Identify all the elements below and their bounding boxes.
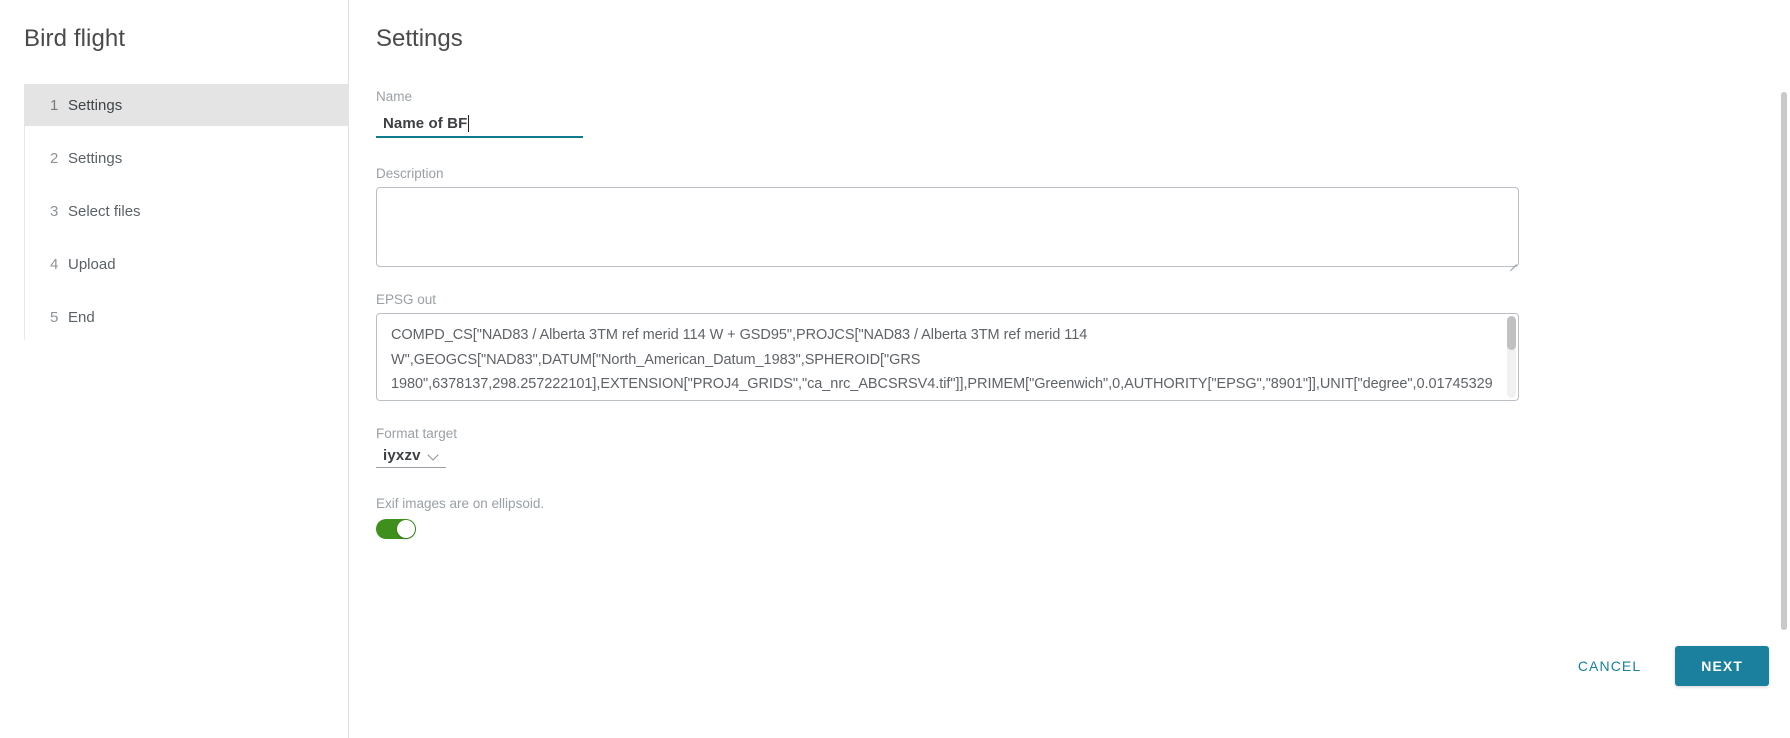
- sidebar-step-2-settings[interactable]: 2 Settings: [24, 137, 349, 179]
- name-input-value: Name of BF: [383, 114, 468, 132]
- name-field-label: Name: [376, 89, 413, 104]
- step-number: 3: [50, 202, 59, 220]
- exif-ellipsoid-label: Exif images are on ellipsoid.: [376, 496, 545, 511]
- wizard-page: Bird flight 1 Settings 2 Settings 3 Sele…: [0, 0, 1790, 738]
- chevron-down-icon: [429, 450, 440, 461]
- epsg-scrollbar-thumb[interactable]: [1507, 316, 1516, 350]
- epsg-out-input[interactable]: COMPD_CS["NAD83 / Alberta 3TM ref merid …: [376, 313, 1519, 401]
- format-target-label: Format target: [376, 426, 458, 441]
- wizard-title: Bird flight: [24, 25, 126, 52]
- next-button[interactable]: NEXT: [1675, 646, 1769, 686]
- sidebar-step-3-select-files[interactable]: 3 Select files: [24, 190, 349, 232]
- toggle-knob: [397, 520, 415, 538]
- epsg-scrollbar[interactable]: [1507, 316, 1516, 398]
- epsg-out-field-group: EPSG out COMPD_CS["NAD83 / Alberta 3TM r…: [376, 291, 1769, 401]
- page-scrollbar[interactable]: [1781, 92, 1787, 630]
- exif-ellipsoid-toggle[interactable]: [376, 519, 416, 539]
- epsg-out-field-label: EPSG out: [376, 292, 437, 307]
- format-target-field-group: Format target iyxzv: [376, 425, 1769, 468]
- text-caret: [468, 114, 470, 132]
- format-target-select[interactable]: iyxzv: [376, 447, 446, 468]
- wizard-footer-actions: CANCEL NEXT: [1570, 646, 1769, 686]
- name-input[interactable]: Name of BF: [376, 110, 583, 138]
- step-number: 1: [50, 96, 59, 114]
- step-label: Select files: [68, 202, 141, 220]
- step-number: 4: [50, 255, 59, 273]
- description-field-group: Description: [376, 165, 1769, 272]
- step-label: End: [68, 308, 95, 326]
- sidebar-step-4-upload[interactable]: 4 Upload: [24, 243, 349, 285]
- description-input[interactable]: [376, 187, 1519, 267]
- settings-panel: Settings Name Name of BF Description EPS…: [349, 0, 1790, 738]
- name-field-group: Name Name of BF: [376, 88, 583, 138]
- epsg-out-value: COMPD_CS["NAD83 / Alberta 3TM ref merid …: [391, 327, 1493, 392]
- description-field-label: Description: [376, 166, 444, 181]
- description-box-wrap: [376, 187, 1519, 272]
- exif-ellipsoid-field-group: Exif images are on ellipsoid.: [376, 496, 1769, 544]
- page-scrollbar-thumb[interactable]: [1781, 92, 1787, 630]
- step-label: Settings: [68, 96, 123, 114]
- settings-form: Name Name of BF Description EPSG out COM…: [376, 88, 1769, 544]
- step-number: 5: [50, 308, 59, 326]
- step-label: Upload: [68, 255, 116, 273]
- step-label: Settings: [68, 149, 123, 167]
- sidebar-step-1-settings[interactable]: 1 Settings: [24, 84, 349, 126]
- wizard-step-list: 1 Settings 2 Settings 3 Select files 4 U…: [24, 84, 349, 340]
- step-number: 2: [50, 149, 59, 167]
- cancel-button[interactable]: CANCEL: [1570, 648, 1649, 684]
- wizard-sidebar: Bird flight 1 Settings 2 Settings 3 Sele…: [0, 0, 349, 738]
- page-title: Settings: [376, 25, 463, 52]
- sidebar-step-5-end[interactable]: 5 End: [24, 296, 349, 338]
- format-target-value: iyxzv: [383, 447, 421, 464]
